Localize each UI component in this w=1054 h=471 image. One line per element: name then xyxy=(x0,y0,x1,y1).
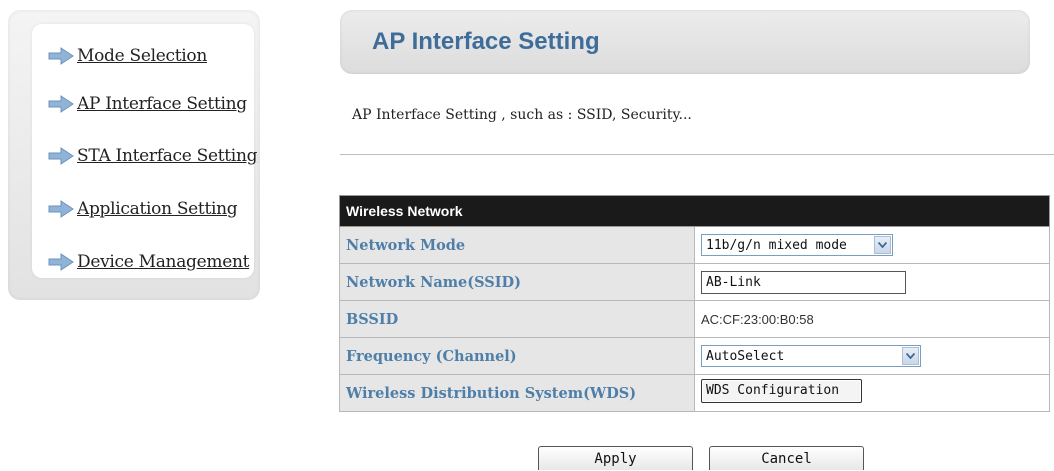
network-mode-label: Network Mode xyxy=(339,226,695,264)
chevron-down-icon xyxy=(874,236,891,255)
page-title: AP Interface Setting xyxy=(372,28,600,55)
sidebar-item-ap-interface-setting[interactable]: AP Interface Setting xyxy=(48,94,247,114)
ssid-label: Network Name(SSID) xyxy=(339,263,695,301)
table-header-row: Wireless Network xyxy=(339,195,1050,227)
sidebar-item-label: Device Management xyxy=(77,252,250,272)
wds-cell: WDS Configuration xyxy=(694,374,1050,412)
sidebar-item-mode-selection[interactable]: Mode Selection xyxy=(48,46,207,66)
network-mode-value: 11b/g/n mixed mode xyxy=(706,237,847,253)
sidebar-menu: Mode Selection AP Interface Setting STA … xyxy=(32,24,257,278)
page-description: AP Interface Setting , such as : SSID, S… xyxy=(352,107,692,123)
frequency-label: Frequency (Channel) xyxy=(339,337,695,375)
frequency-value: AutoSelect xyxy=(706,348,785,364)
ssid-cell: AB-Link xyxy=(694,263,1050,301)
sidebar-item-label: Application Setting xyxy=(77,199,238,219)
sidebar-item-device-management[interactable]: Device Management xyxy=(48,252,249,272)
arrow-right-icon xyxy=(48,47,74,65)
wds-configuration-button[interactable]: WDS Configuration xyxy=(701,379,862,403)
frequency-cell: AutoSelect xyxy=(694,337,1050,375)
ssid-input[interactable]: AB-Link xyxy=(701,270,906,294)
arrow-right-icon xyxy=(48,253,74,271)
table-row: Network Name(SSID) AB-Link xyxy=(339,263,1050,301)
sidebar-panel: Mode Selection AP Interface Setting STA … xyxy=(8,10,260,300)
table-heading: Wireless Network xyxy=(339,195,1050,227)
sidebar-item-label: Mode Selection xyxy=(77,46,207,66)
cancel-button[interactable]: Cancel xyxy=(709,446,864,470)
arrow-right-icon xyxy=(48,147,74,165)
network-mode-cell: 11b/g/n mixed mode xyxy=(694,226,1050,264)
arrow-right-icon xyxy=(48,200,74,218)
network-mode-select[interactable]: 11b/g/n mixed mode xyxy=(701,234,893,257)
apply-button[interactable]: Apply xyxy=(538,446,693,470)
sidebar-item-label: AP Interface Setting xyxy=(77,94,247,114)
sidebar-item-sta-interface-setting[interactable]: STA Interface Setting xyxy=(48,146,257,166)
table-row: Wireless Distribution System(WDS) WDS Co… xyxy=(339,374,1050,412)
sidebar-item-application-setting[interactable]: Application Setting xyxy=(48,199,238,219)
arrow-right-icon xyxy=(48,95,74,113)
bssid-label: BSSID xyxy=(339,300,695,338)
table-row: BSSID AC:CF:23:00:B0:58 xyxy=(339,300,1050,338)
sidebar-item-label: STA Interface Setting xyxy=(77,146,258,166)
frequency-select[interactable]: AutoSelect xyxy=(701,345,921,368)
wireless-network-table: Wireless Network Network Mode 11b/g/n mi… xyxy=(339,195,1050,412)
bssid-value: AC:CF:23:00:B0:58 xyxy=(694,300,1050,338)
chevron-down-icon xyxy=(902,347,919,366)
table-row: Frequency (Channel) AutoSelect xyxy=(339,337,1050,375)
page-header: AP Interface Setting xyxy=(340,10,1030,74)
divider xyxy=(340,154,1054,155)
wds-label: Wireless Distribution System(WDS) xyxy=(339,374,695,412)
table-row: Network Mode 11b/g/n mixed mode xyxy=(339,226,1050,264)
